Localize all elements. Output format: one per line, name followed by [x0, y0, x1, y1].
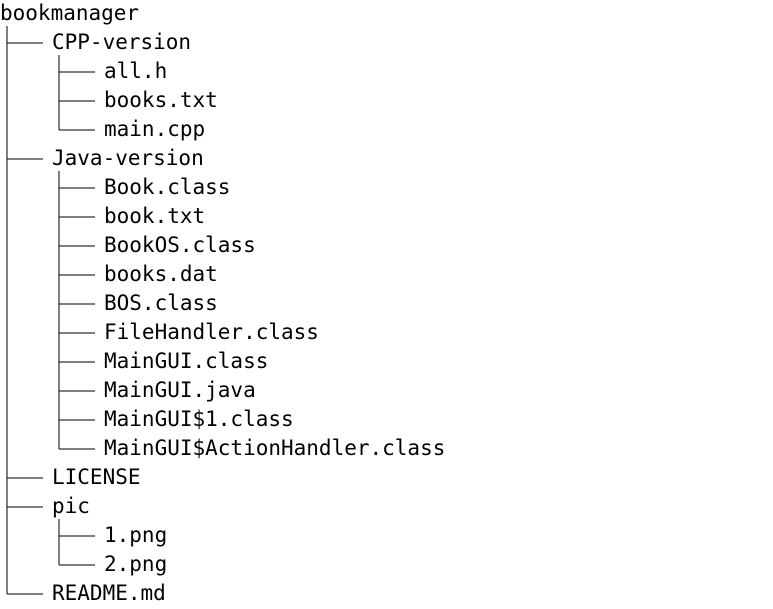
tree-item-label: 2.png [104, 552, 168, 576]
tree-file-all-h[interactable]: all.h [0, 58, 773, 87]
tree-file-book-class[interactable]: Book.class [0, 174, 773, 203]
tree-item-label: Book.class [104, 175, 231, 199]
tree-file-2-png[interactable]: 2.png [0, 551, 773, 580]
tree-item-label: pic [52, 494, 90, 518]
tree-item-label: README.md [52, 581, 166, 605]
tree-file-bos-class[interactable]: BOS.class [0, 290, 773, 319]
tree-file-maingui-1-class[interactable]: MainGUI$1.class [0, 406, 773, 435]
tree-item-label: MainGUI$1.class [104, 407, 294, 431]
tree-file-license[interactable]: LICENSE [0, 464, 773, 493]
tree-file-books-txt[interactable]: books.txt [0, 87, 773, 116]
tree-file-readme-md[interactable]: README.md [0, 580, 773, 609]
tree-folder-java-version[interactable]: Java-version [0, 145, 773, 174]
tree-file-maingui-actionhandler-class[interactable]: MainGUI$ActionHandler.class [0, 435, 773, 464]
tree-file-1-png[interactable]: 1.png [0, 522, 773, 551]
tree-item-label: MainGUI.java [104, 378, 256, 402]
tree-file-maingui-class[interactable]: MainGUI.class [0, 348, 773, 377]
tree-item-label: BookOS.class [104, 233, 256, 257]
tree-item-label: LICENSE [52, 465, 141, 489]
tree-item-label: CPP-version [52, 30, 192, 54]
tree-folder-cpp-version[interactable]: CPP-version [0, 29, 773, 58]
tree-item-label: 1.png [104, 523, 168, 547]
file-tree: bookmanager CPP-version all.h books.txt main… [0, 0, 773, 606]
tree-item-label: MainGUI.class [104, 349, 269, 373]
tree-item-label: MainGUI$ActionHandler.class [104, 436, 446, 460]
tree-file-filehandler-class[interactable]: FileHandler.class [0, 319, 773, 348]
tree-file-maingui-java[interactable]: MainGUI.java [0, 377, 773, 406]
tree-folder-pic[interactable]: pic [0, 493, 773, 522]
tree-item-label: books.txt [104, 88, 218, 112]
tree-file-books-dat[interactable]: books.dat [0, 261, 773, 290]
tree-item-label: Java-version [52, 146, 204, 170]
tree-file-main-cpp[interactable]: main.cpp [0, 116, 773, 145]
tree-item-label: BOS.class [104, 291, 218, 315]
tree-item-label: book.txt [104, 204, 206, 228]
tree-item-label: all.h [104, 59, 168, 83]
tree-file-bookos-class[interactable]: BookOS.class [0, 232, 773, 261]
tree-item-label: main.cpp [104, 117, 206, 141]
tree-item-label: bookmanager [0, 1, 140, 25]
tree-item-label: FileHandler.class [104, 320, 319, 344]
tree-item-label: books.dat [104, 262, 218, 286]
tree-file-book-txt[interactable]: book.txt [0, 203, 773, 232]
tree-folder-bookmanager[interactable]: bookmanager [0, 0, 773, 29]
